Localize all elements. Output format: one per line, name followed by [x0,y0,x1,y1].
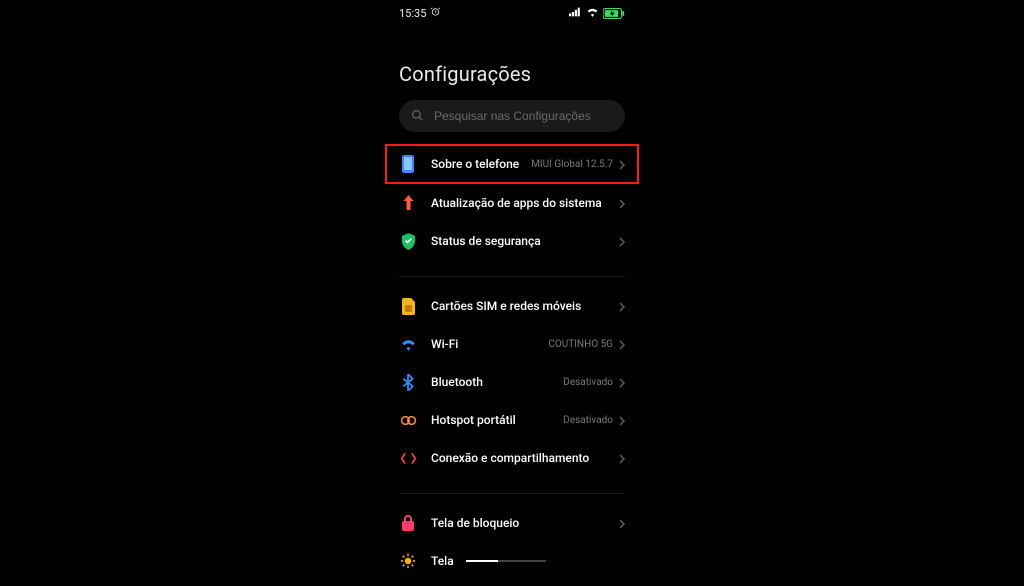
alarm-icon [430,6,441,20]
phone-frame: 15:35 Configurações [385,0,639,576]
row-value: Desativado [563,415,613,426]
brightness-slider[interactable] [466,560,546,562]
row-label: Hotspot portátil [431,413,563,427]
shield-check-icon [399,233,417,250]
chevron-right-icon [619,514,625,533]
connection-share-icon [399,451,417,466]
status-bar: 15:35 [385,0,639,24]
chevron-right-icon [619,194,625,213]
row-about-phone[interactable]: Sobre o telefone MIUI Global 12.5.7 [385,144,639,184]
row-label: Cartões SIM e redes móveis [431,299,619,313]
row-security-status[interactable]: Status de segurança [385,222,639,260]
row-label: Conexão e compartilhamento [431,451,619,465]
row-hotspot[interactable]: Hotspot portátil Desativado [385,401,639,439]
search-input[interactable] [432,108,613,124]
row-display[interactable]: Tela [385,542,639,580]
wifi-icon [399,338,417,351]
row-label: Status de segurança [431,234,619,248]
group-divider [399,276,625,277]
chevron-right-icon [619,335,625,354]
row-value: Desativado [563,377,613,388]
chevron-right-icon [619,373,625,392]
battery-icon [603,8,625,19]
row-wifi[interactable]: Wi-Fi COUTINHO 5G [385,325,639,363]
hotspot-icon [399,414,417,427]
row-system-app-updates[interactable]: Atualização de apps do sistema [385,184,639,222]
row-label: Sobre o telefone [431,157,531,171]
group-divider [399,493,625,494]
search-box[interactable] [399,100,625,132]
chevron-right-icon [619,411,625,430]
search-icon [411,107,424,126]
row-bluetooth[interactable]: Bluetooth Desativado [385,363,639,401]
status-time: 15:35 [399,7,426,20]
row-label: Bluetooth [431,375,563,389]
signal-icon [569,7,582,20]
row-value: COUTINHO 5G [548,339,613,350]
chevron-right-icon [619,449,625,468]
wifi-status-icon [586,7,599,20]
lock-icon [399,515,417,531]
row-label: Tela de bloqueio [431,516,619,530]
brightness-sun-icon [399,553,417,569]
chevron-right-icon [619,155,625,174]
row-value: MIUI Global 12.5.7 [531,159,613,170]
page-title: Configurações [385,24,639,100]
sim-card-icon [399,298,417,315]
chevron-right-icon [619,232,625,251]
row-connection-sharing[interactable]: Conexão e compartilhamento [385,439,639,477]
row-label: Atualização de apps do sistema [431,196,619,210]
row-label: Tela [431,554,454,568]
chevron-right-icon [619,297,625,316]
phone-icon [399,155,417,173]
row-lock-screen[interactable]: Tela de bloqueio [385,504,639,542]
row-sim-networks[interactable]: Cartões SIM e redes móveis [385,287,639,325]
bluetooth-icon [399,374,417,391]
update-arrow-icon [399,195,417,211]
row-label: Wi-Fi [431,337,548,351]
